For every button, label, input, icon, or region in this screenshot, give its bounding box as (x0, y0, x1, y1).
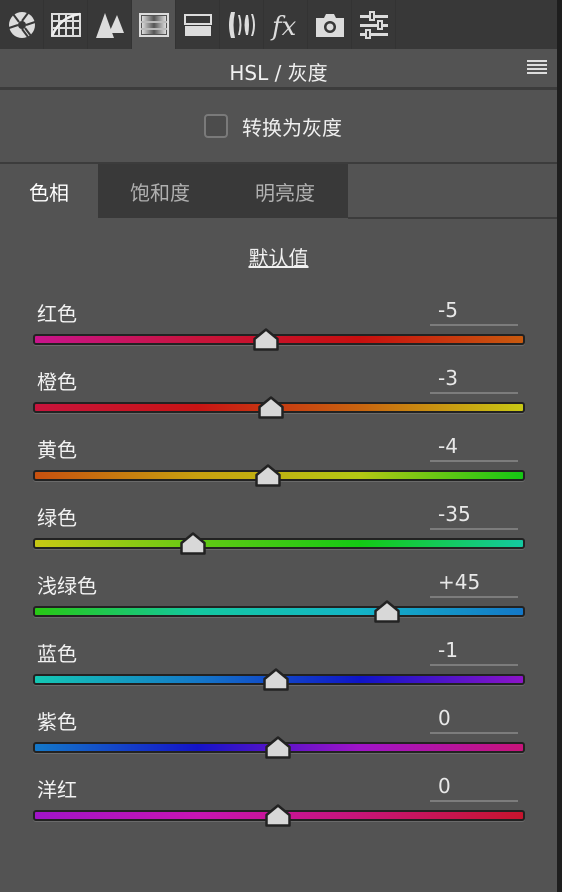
slider-value-purple[interactable]: 0 (430, 706, 518, 734)
slider-value-aqua[interactable]: +45 (430, 570, 518, 598)
panel-edge (557, 0, 562, 892)
tool-detail[interactable] (88, 0, 132, 49)
panel-header: HSL / 灰度 (0, 49, 557, 90)
detail-mountains-icon (95, 12, 124, 38)
slider-value-blue[interactable]: -1 (430, 638, 518, 666)
slider-thumb-green[interactable] (180, 532, 206, 555)
slider-track-red[interactable] (33, 334, 525, 345)
tool-presets[interactable] (352, 0, 396, 49)
slider-label-red: 红色 (37, 302, 77, 326)
presets-sliders-icon (359, 10, 388, 39)
tool-hsl[interactable] (132, 0, 176, 49)
tab-saturation[interactable]: 饱和度 (98, 164, 222, 218)
basic-aperture-icon (8, 11, 35, 38)
tab-hue[interactable]: 色相 (0, 164, 98, 218)
convert-grayscale-checkbox[interactable] (204, 114, 228, 138)
hsl-grayscale-icon (138, 12, 169, 37)
slider-row-yellow: 黄色 -4 (0, 434, 557, 502)
slider-label-green: 绿色 (37, 506, 77, 530)
slider-row-orange: 橙色 -3 (0, 366, 557, 434)
slider-label-magenta: 洋红 (37, 778, 77, 802)
defaults-row: 默认值 (0, 242, 557, 271)
slider-track-green[interactable] (33, 538, 525, 549)
slider-row-purple: 紫色 0 (0, 706, 557, 774)
slider-row-blue: 蓝色 -1 (0, 638, 557, 706)
panel-menu-icon[interactable] (527, 60, 547, 76)
convert-grayscale-label[interactable]: 转换为灰度 (242, 112, 342, 141)
tool-tone-curve[interactable] (44, 0, 88, 49)
slider-thumb-yellow[interactable] (255, 464, 282, 487)
slider-row-magenta: 洋红 0 (0, 774, 557, 842)
tool-basic[interactable] (0, 0, 44, 49)
slider-value-orange[interactable]: -3 (430, 366, 518, 394)
slider-value-red[interactable]: -5 (430, 298, 518, 326)
slider-label-blue: 蓝色 (37, 642, 77, 666)
tool-camera-calibration[interactable] (308, 0, 352, 49)
tab-luminance[interactable]: 明亮度 (222, 164, 348, 218)
effects-fx-icon: fx (270, 12, 297, 41)
slider-track-aqua[interactable] (33, 606, 525, 617)
slider-value-green[interactable]: -35 (430, 502, 518, 530)
tool-split-toning[interactable] (176, 0, 220, 49)
slider-value-yellow[interactable]: -4 (430, 434, 518, 462)
slider-label-purple: 紫色 (37, 710, 77, 734)
tool-effects[interactable]: fx (264, 0, 308, 49)
slider-label-orange: 橙色 (37, 370, 77, 394)
slider-thumb-red[interactable] (253, 328, 279, 351)
slider-thumb-magenta[interactable] (265, 804, 291, 827)
split-toning-icon (183, 13, 212, 36)
slider-thumb-aqua[interactable] (374, 600, 401, 623)
slider-row-red: 红色 -5 (0, 298, 557, 366)
slider-thumb-orange[interactable] (257, 396, 284, 419)
tool-lens-corrections[interactable] (220, 0, 264, 49)
slider-thumb-purple[interactable] (265, 736, 291, 759)
slider-value-magenta[interactable]: 0 (430, 774, 518, 802)
camera-calibration-icon (315, 13, 344, 37)
slider-label-yellow: 黄色 (37, 438, 77, 462)
panel-title: HSL / 灰度 (229, 61, 328, 85)
slider-thumb-blue[interactable] (262, 668, 289, 691)
lens-corrections-icon (228, 11, 255, 38)
panel-toolbar: fx (0, 0, 557, 49)
grayscale-toggle-row: 转换为灰度 (0, 90, 557, 164)
tone-curve-icon (50, 12, 81, 37)
slider-label-aqua: 浅绿色 (37, 574, 97, 598)
slider-row-aqua: 浅绿色 +45 (0, 570, 557, 638)
defaults-link[interactable]: 默认值 (249, 246, 309, 270)
slider-row-green: 绿色 -35 (0, 502, 557, 570)
hsl-tabs: 色相 饱和度 明亮度 (0, 164, 557, 219)
svg-text:fx: fx (270, 12, 297, 41)
tab-divider (348, 217, 557, 219)
